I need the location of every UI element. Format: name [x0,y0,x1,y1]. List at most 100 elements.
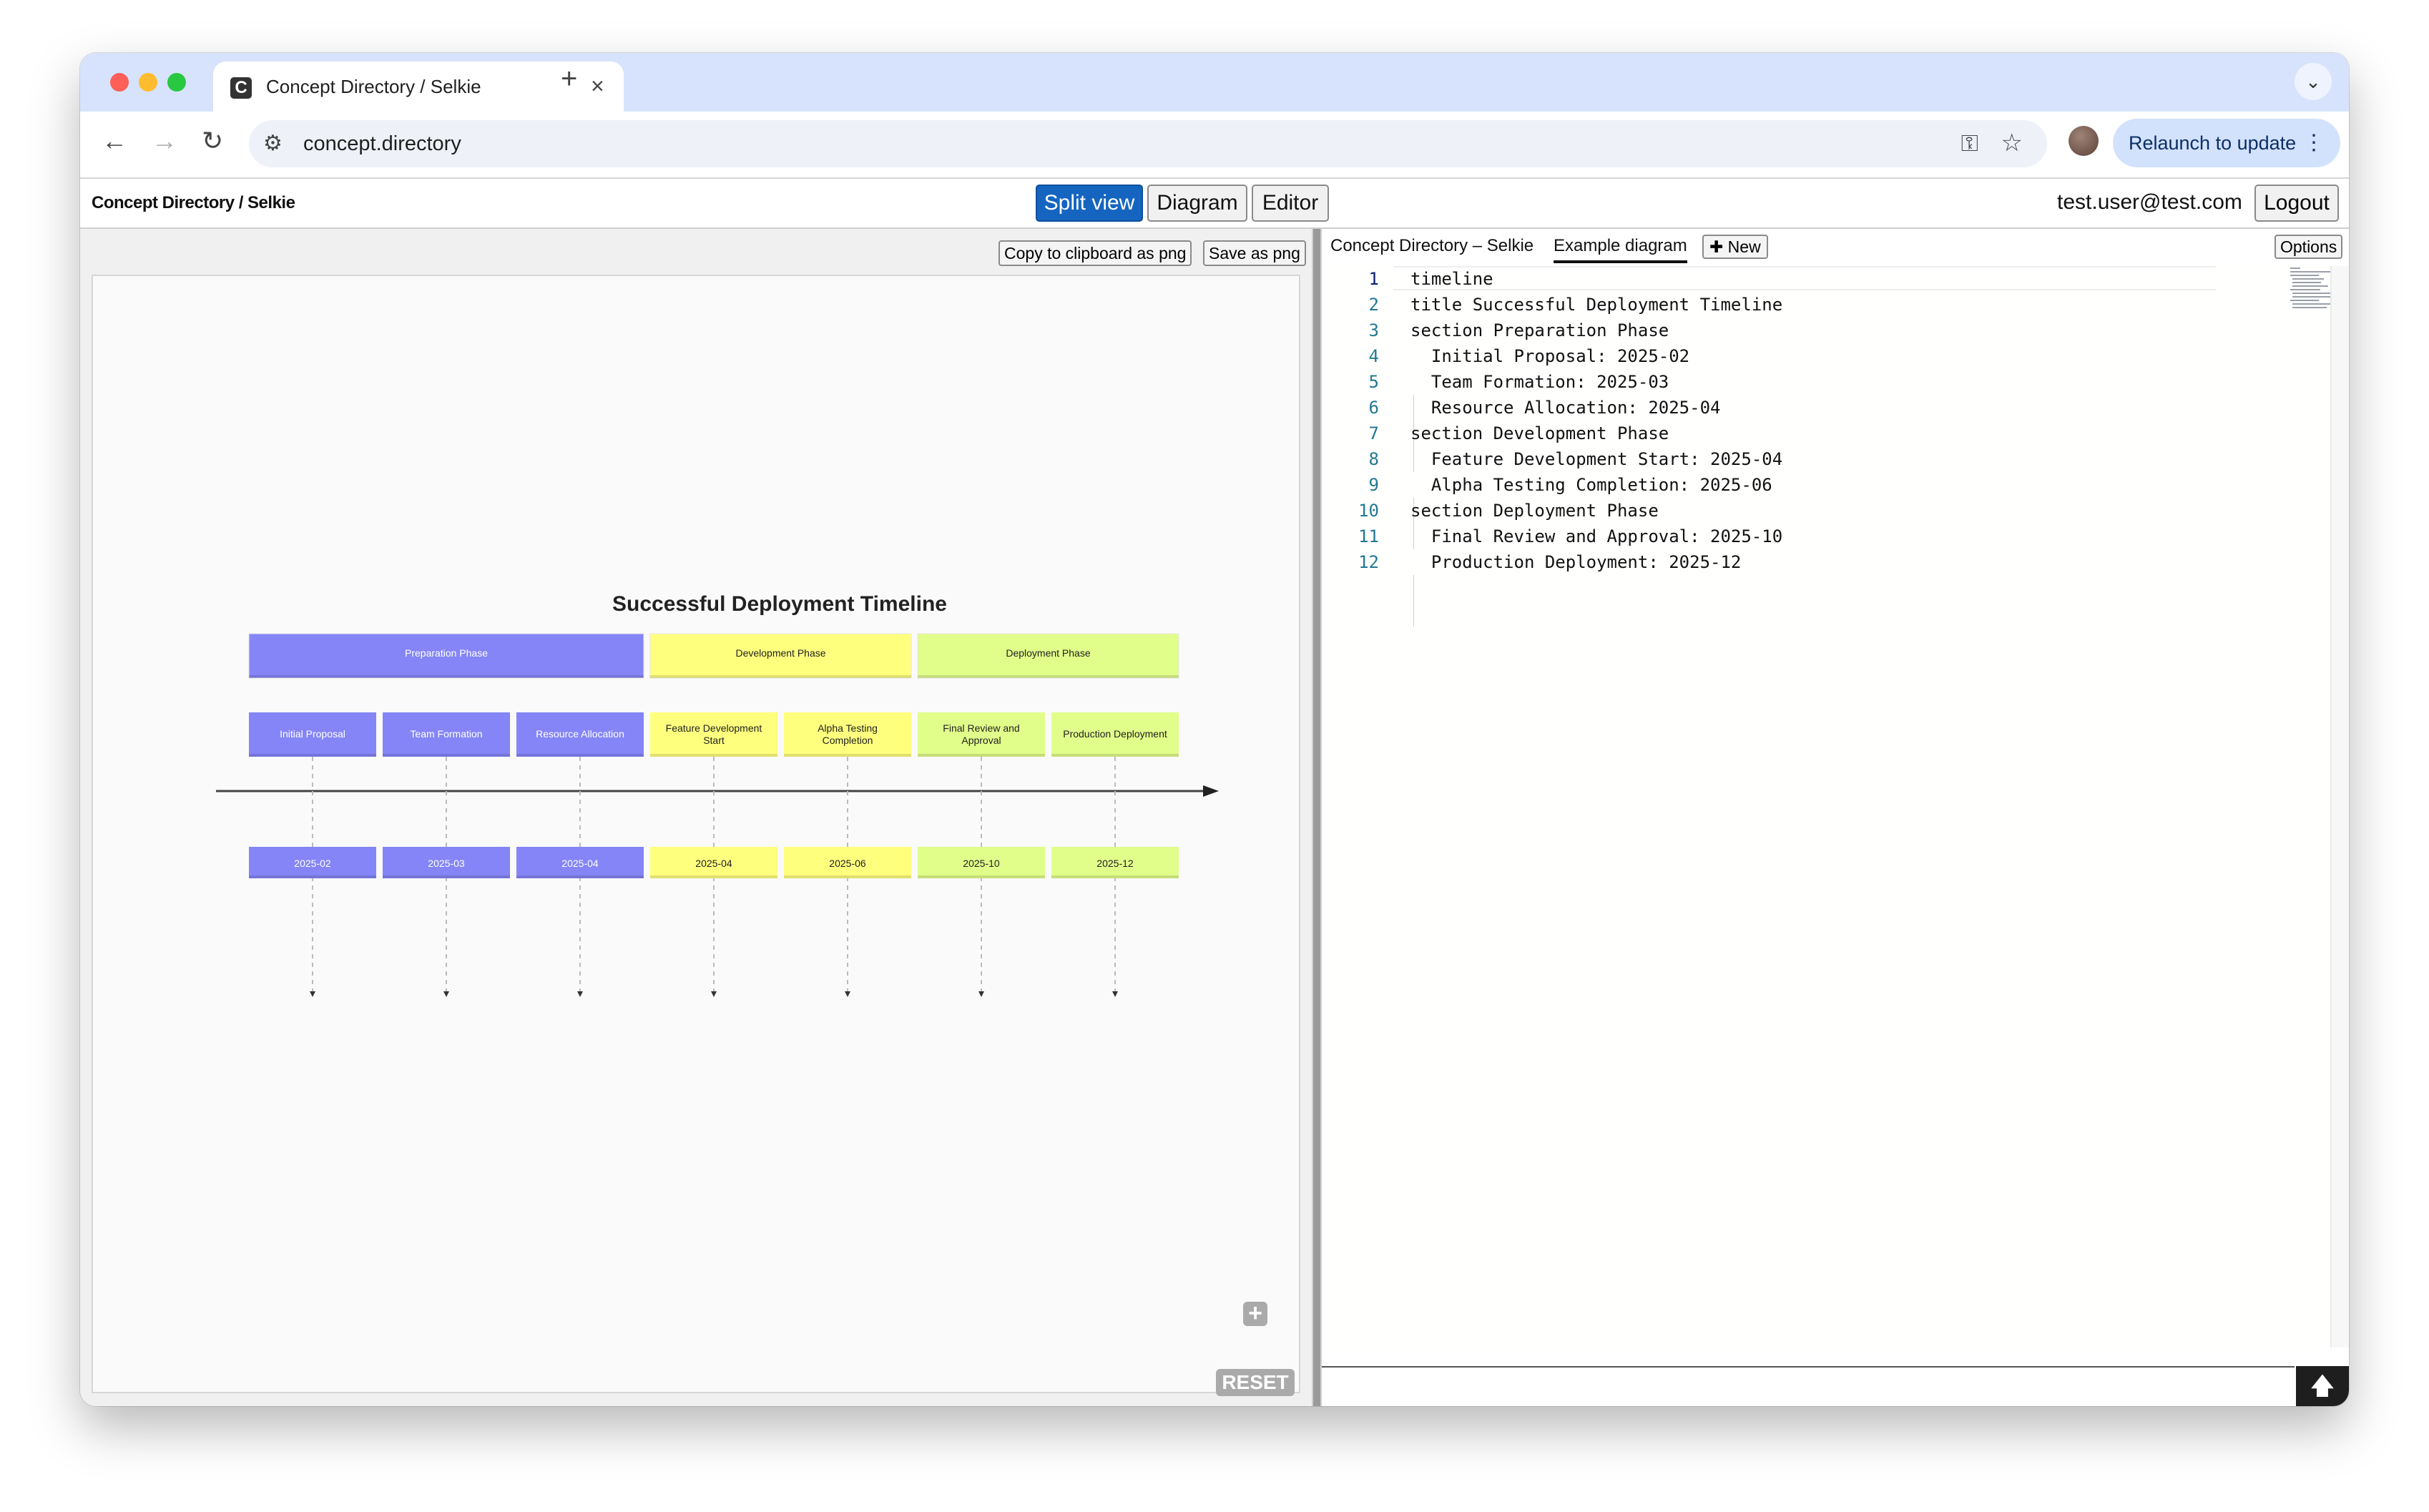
save-as-png-button[interactable]: Save as png [1203,240,1306,266]
event-arrow-icon [443,991,449,997]
diagram-view-button[interactable]: Diagram [1147,185,1247,222]
date-box-shadow [249,875,376,878]
tab-strip: C Concept Directory / Selkie × + ⌄ [80,53,2349,112]
event-box-shadow [650,754,777,757]
editor-pane: Concept Directory – Selkie Example diagr… [1322,229,2349,1406]
more-vert-icon: ⋮ [2303,131,2325,154]
new-tab-button[interactable]: + [561,63,577,95]
event-arrow-icon [310,991,315,997]
code-line[interactable]: title Successful Deployment Timeline [1410,295,1782,315]
profile-avatar[interactable] [2069,126,2099,156]
timeline-diagram[interactable]: Successful Deployment Timeline Preparatio… [93,276,1302,1395]
section-box-shadow [918,675,1179,678]
section-label: Preparation Phase [405,647,488,659]
reset-zoom-button[interactable]: RESET [1216,1369,1295,1396]
send-arrow-icon[interactable]: 🡅 [2296,1366,2349,1406]
line-number: 8 [1368,449,1379,469]
editor-minimap[interactable] [2290,266,2330,309]
minimize-window-button[interactable] [139,73,157,92]
app-brand[interactable]: Concept Directory / Selkie [92,193,295,213]
current-line-highlight [1393,266,2216,290]
event-label: Alpha Testing [818,722,878,734]
code-line[interactable]: Final Review and Approval: 2025-10 [1410,526,1782,546]
event-box-shadow [249,754,376,757]
code-line[interactable]: Alpha Testing Completion: 2025-06 [1410,475,1772,495]
event-arrow-icon [711,991,717,997]
section-label: Deployment Phase [1006,647,1091,659]
options-button[interactable]: Options [2275,235,2343,259]
event-arrow-icon [845,991,850,997]
editor-view-button[interactable]: Editor [1252,185,1329,222]
close-window-button[interactable] [110,73,129,92]
event-box-shadow [784,754,911,757]
reload-icon[interactable]: ↻ [202,126,223,156]
split-view-button[interactable]: Split view [1036,185,1143,222]
tab-favicon-icon: C [230,77,252,99]
line-number: 7 [1368,423,1379,443]
code-line[interactable]: section Preparation Phase [1410,320,1669,340]
event-date: 2025-06 [829,858,866,869]
code-line[interactable]: Team Formation: 2025-03 [1410,372,1669,392]
code-line[interactable]: Resource Allocation: 2025-04 [1410,398,1721,418]
code-line[interactable]: Feature Development Start: 2025-04 [1410,449,1782,469]
diagram-canvas[interactable]: Successful Deployment Timeline Preparatio… [92,275,1302,1396]
event-date: 2025-10 [963,858,1000,869]
code-line[interactable]: section Deployment Phase [1410,501,1659,521]
new-diagram-button[interactable]: ✚ New [1702,235,1768,259]
event-arrow-icon [978,991,984,997]
diagram-title: Successful Deployment Timeline [612,592,947,616]
relaunch-label: Relaunch to update [2129,132,2297,154]
event-label: Production Deployment [1063,728,1167,740]
event-label: Completion [823,735,873,746]
event-label: Approval [961,735,1001,746]
back-arrow-icon[interactable]: ← [102,126,127,156]
line-number: 9 [1368,475,1379,495]
editor-scrollbar[interactable] [2330,266,2349,1347]
line-number: 2 [1368,295,1379,315]
event-date: 2025-02 [294,858,331,869]
relaunch-button[interactable]: Relaunch to update ⋮ [2113,119,2340,167]
user-email: test.user@test.com [2057,190,2242,214]
address-bar[interactable]: ⚙ concept.directory ⚿ ☆ [249,120,2047,167]
line-number: 10 [1358,501,1379,521]
maximize-window-button[interactable] [167,73,186,92]
bookmark-star-icon[interactable]: ☆ [2001,129,2023,157]
event-box-shadow [383,754,510,757]
tab-search-chevron-icon[interactable]: ⌄ [2295,63,2332,100]
event-arrow-icon [1112,991,1118,997]
pane-splitter[interactable] [1312,229,1322,1406]
date-box-shadow [383,875,510,878]
tab-close-icon[interactable]: × [591,73,604,99]
prompt-input[interactable] [1322,1366,2295,1406]
code-line[interactable]: timeline [1410,269,1493,289]
event-box-shadow [1051,754,1179,757]
diagram-pane: Copy to clipboard as png Save as png Suc… [80,229,1312,1406]
tab-concept-directory[interactable]: Concept Directory – Selkie [1330,236,1534,256]
tab-title: Concept Directory / Selkie [266,76,481,97]
tab-example-diagram[interactable]: Example diagram [1554,236,1687,263]
code-line[interactable]: Initial Proposal: 2025-02 [1410,346,1689,366]
zoom-in-button[interactable]: + [1243,1301,1267,1326]
url-text[interactable]: concept.directory [303,132,461,156]
site-settings-icon[interactable]: ⚙ [263,131,283,156]
event-box-shadow [516,754,644,757]
line-number: 5 [1368,372,1379,392]
password-key-icon[interactable]: ⚿ [1961,130,1978,157]
code-line[interactable]: Production Deployment: 2025-12 [1410,552,1741,572]
browser-window: C Concept Directory / Selkie × + ⌄ ← → ↻… [80,53,2349,1406]
copy-to-clipboard-button[interactable]: Copy to clipboard as png [998,240,1192,266]
code-editor[interactable]: 1 timeline 2 title Successful Deployment Ti… [1322,266,2330,1347]
event-label: Start [703,735,725,746]
logout-button[interactable]: Logout [2254,185,2339,222]
date-box-shadow [784,875,911,878]
code-line[interactable]: section Development Phase [1410,423,1669,443]
event-box-shadow [918,754,1045,757]
browser-toolbar: ← → ↻ ⚙ concept.directory ⚿ ☆ Relaunch t… [80,112,2349,179]
event-label: Resource Allocation [536,728,624,740]
event-label: Initial Proposal [280,728,345,740]
editor-tabs: Concept Directory – Selkie Example diagr… [1322,229,2349,270]
section-label: Development Phase [735,647,825,659]
event-date: 2025-12 [1096,858,1134,869]
indent-guide [1413,575,1414,627]
forward-arrow-icon[interactable]: → [152,126,177,156]
